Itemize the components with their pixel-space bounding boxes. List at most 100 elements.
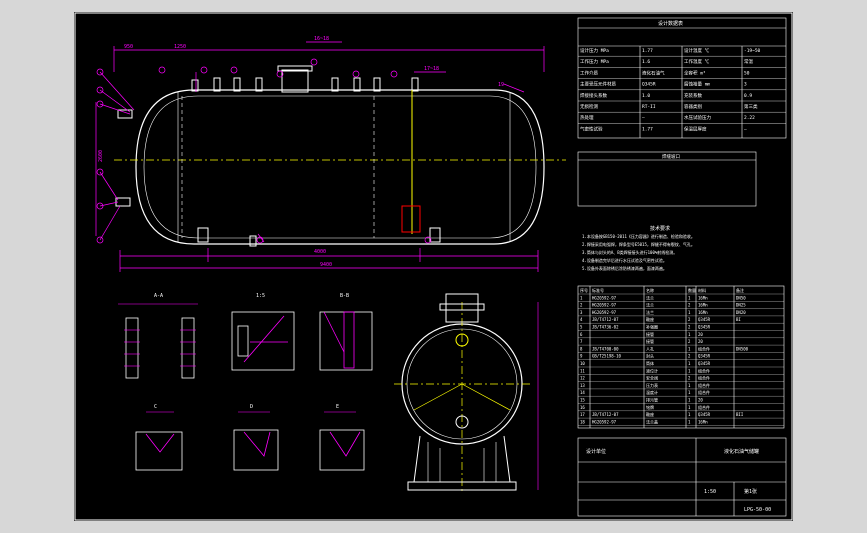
parts-cell: 15	[580, 398, 585, 403]
parts-cell: 14	[580, 390, 585, 395]
tech-line: 3.筒体与封头的A、B类焊接接头进行100%射线检测。	[582, 249, 677, 255]
parts-cell: 2	[688, 317, 691, 322]
parts-cell: 1	[688, 405, 691, 410]
parts-cell: 1	[688, 368, 691, 373]
parts-cell: JB/T4736-02	[592, 325, 619, 330]
parts-cell: 补强圈	[646, 324, 658, 330]
parts-cell: 1	[688, 346, 691, 351]
data-cell: 常温	[744, 58, 753, 65]
parts-cell: 法兰	[646, 302, 654, 308]
data-cell: 液化石油气	[642, 69, 665, 76]
tech-line: 2.焊接采用电弧焊，焊条型号E5015，焊缝不得有裂纹、气孔。	[582, 241, 695, 247]
parts-header-cell: 备注	[736, 287, 744, 293]
parts-cell: 2	[580, 303, 583, 308]
parts-cell: 1	[688, 383, 691, 388]
data-cell: —	[642, 116, 645, 121]
parts-cell: 2	[688, 354, 691, 359]
parts-cell: 12	[580, 376, 585, 381]
data-cell: 0.9	[744, 93, 752, 99]
parts-list-rows: 序号 标准号 名称 数量 材料 备注 1 HG20592-97 法兰 1 16Mn DN50 2 HG20…	[578, 287, 784, 426]
parts-cell: 1	[580, 295, 583, 300]
parts-header-cell: 材料	[698, 287, 706, 293]
data-cell: 工作温度 ℃	[684, 58, 710, 65]
svg-text:B-B: B-B	[340, 293, 349, 299]
svg-text:16~18: 16~18	[314, 36, 329, 42]
parts-cell: HG20592-97	[592, 303, 617, 308]
data-cell: 腐蚀裕量 mm	[684, 81, 710, 88]
parts-cell: 鞍座	[646, 411, 654, 417]
svg-text:A-A: A-A	[154, 293, 163, 299]
parts-header-cell: 序号	[580, 287, 588, 293]
data-cell: 焊接接头系数	[580, 92, 607, 99]
parts-cell: 组合件	[698, 382, 710, 388]
svg-text:1250: 1250	[174, 44, 186, 50]
svg-text:17~18: 17~18	[424, 66, 439, 72]
parts-cell: 16Mn	[698, 303, 708, 308]
weld-table-title: 焊缝坡口	[662, 153, 680, 160]
title-drawing-name: 液化石油气储罐	[724, 448, 759, 455]
dim-4000: 4000	[314, 249, 326, 255]
parts-cell: 1	[688, 419, 691, 424]
data-cell: 50	[744, 70, 750, 76]
drawing-sheet: 950 1250 16~18 17~18 19 2600 4000 9400 A…	[74, 12, 793, 521]
parts-cell: 压力表	[646, 382, 658, 388]
parts-cell: BI	[736, 317, 741, 322]
data-cell: -19~50	[744, 48, 761, 54]
parts-cell: 3	[580, 310, 583, 315]
parts-cell: 人孔	[646, 345, 654, 351]
tech-title: 技术要求	[650, 225, 670, 232]
data-cell: RT-II	[642, 104, 656, 110]
parts-cell: DN20	[736, 310, 746, 315]
frame-border	[74, 12, 793, 521]
parts-cell: 16Mn	[698, 310, 708, 315]
parts-cell: 2	[688, 339, 691, 344]
data-cell: —	[744, 127, 747, 132]
parts-cell: DN500	[736, 346, 749, 351]
parts-header-cell: 标准号	[592, 287, 604, 293]
title-scale: 1:50	[704, 489, 716, 495]
dim-9400: 9400	[320, 262, 332, 268]
data-cell: 保温层厚度	[684, 125, 707, 132]
parts-cell: BII	[736, 412, 744, 417]
weld-table	[577, 151, 757, 207]
parts-cell: 温度计	[646, 389, 658, 395]
data-cell: 热处理	[580, 114, 594, 121]
parts-cell: 组合件	[698, 375, 710, 381]
parts-cell: Q345R	[698, 325, 711, 330]
parts-cell: 法兰	[646, 294, 654, 300]
data-cell: 第三类	[744, 103, 758, 110]
parts-cell: 9	[580, 354, 583, 359]
parts-cell: 13	[580, 383, 585, 388]
tech-line: 5.设备外表面除锈后涂防锈漆两遍，面漆两遍。	[582, 265, 667, 271]
parts-cell: 6	[580, 332, 583, 337]
tech-line: 4.设备制造完毕后进行水压试验及气密性试验。	[582, 257, 667, 263]
parts-cell: 16Mn	[698, 419, 708, 424]
parts-cell: 鞍座	[646, 316, 654, 322]
parts-cell: 组合件	[698, 389, 710, 395]
parts-cell: 封头	[646, 353, 654, 359]
design-data-title: 设计数据表	[658, 20, 683, 27]
parts-cell: 2	[688, 376, 691, 381]
parts-cell: 组合件	[698, 345, 710, 351]
parts-cell: GB/T25198-10	[592, 354, 621, 359]
data-cell: 工作压力 MPa	[580, 58, 609, 65]
parts-cell: 铭牌	[646, 404, 654, 410]
parts-cell: HG20592-97	[592, 295, 617, 300]
parts-cell: JB/T4700-00	[592, 346, 619, 351]
parts-cell: 组合件	[698, 404, 710, 410]
parts-cell: 11	[580, 368, 585, 373]
parts-cell: JB/T4712-07	[592, 317, 619, 322]
data-cell: 设计温度 ℃	[684, 47, 710, 54]
parts-cell: Q345R	[698, 412, 711, 417]
svg-text:1:5: 1:5	[256, 293, 265, 299]
parts-cell: Q345R	[698, 354, 711, 359]
parts-cell: 安全阀	[646, 375, 658, 381]
parts-cell: Q345R	[698, 317, 711, 322]
data-cell: 工作介质	[580, 69, 598, 76]
data-cell: 设计压力 MPa	[580, 47, 609, 54]
parts-cell: 5	[580, 325, 583, 330]
title-drawing-no: LPG-50-00	[744, 507, 771, 513]
parts-cell: 1	[688, 332, 691, 337]
data-cell: 1.0	[642, 93, 650, 99]
parts-cell: 1	[688, 412, 691, 417]
